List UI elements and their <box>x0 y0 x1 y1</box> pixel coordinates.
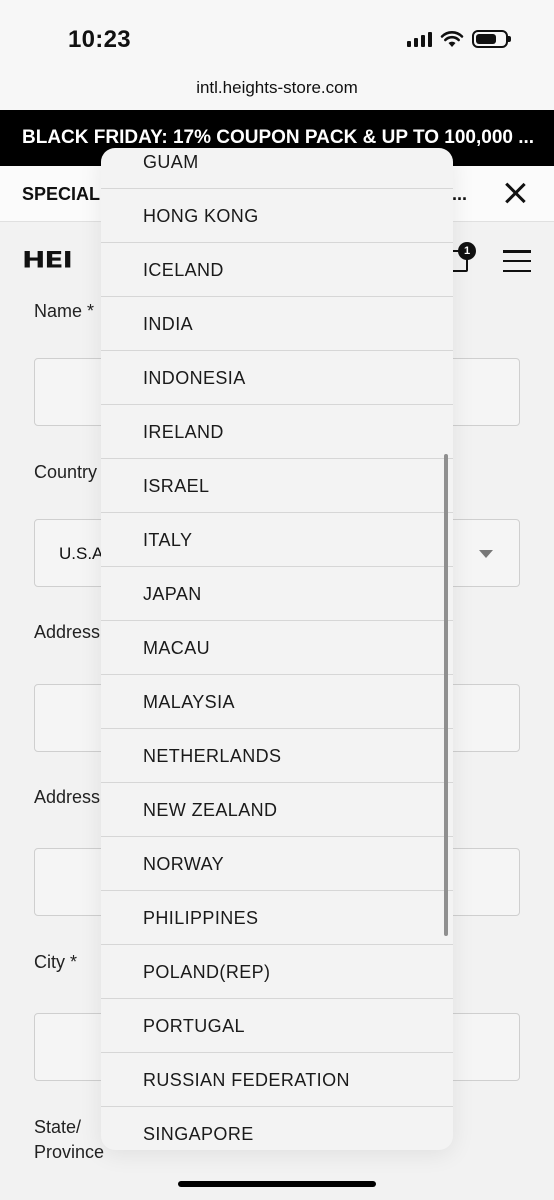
country-option[interactable]: INDONESIA <box>101 351 453 405</box>
country-select-value: U.S.A <box>59 544 104 563</box>
state-label: State/ Province <box>34 1115 104 1165</box>
status-bar: 10:23 <box>0 0 554 70</box>
country-option[interactable]: NETHERLANDS <box>101 729 453 783</box>
caret-down-icon <box>479 550 493 558</box>
state-label-line2: Province <box>34 1142 105 1162</box>
country-option[interactable]: JAPAN <box>101 567 453 621</box>
battery-icon <box>472 30 511 48</box>
dropdown-scrollbar[interactable] <box>444 454 448 936</box>
brand-logo[interactable]: HEI <box>22 247 73 273</box>
country-option[interactable]: PHILIPPINES <box>101 891 453 945</box>
address2-label: Address <box>34 787 101 807</box>
country-option[interactable]: MACAU <box>101 621 453 675</box>
signal-icon <box>407 31 432 47</box>
country-option[interactable]: SINGAPORE <box>101 1107 453 1150</box>
country-option[interactable]: NORWAY <box>101 837 453 891</box>
cart-count-badge: 1 <box>458 242 476 260</box>
url-bar[interactable]: intl.heights-store.com <box>0 70 554 110</box>
country-option[interactable]: IRELAND <box>101 405 453 459</box>
country-option[interactable]: RUSSIAN FEDERATION <box>101 1053 453 1107</box>
country-option[interactable]: NEW ZEALAND <box>101 783 453 837</box>
country-option[interactable]: ISRAEL <box>101 459 453 513</box>
country-option[interactable]: POLAND(REP) <box>101 945 453 999</box>
wifi-icon <box>440 31 464 47</box>
menu-icon[interactable] <box>503 250 531 272</box>
country-option[interactable]: ITALY <box>101 513 453 567</box>
close-icon[interactable] <box>500 178 530 208</box>
status-time: 10:23 <box>68 26 131 53</box>
city-label: City * <box>34 952 78 972</box>
state-label-line1: State/ <box>34 1117 82 1137</box>
special-bar-ellipsis: ... <box>452 184 468 204</box>
special-bar-text: SPECIAL <box>22 184 101 204</box>
status-icons <box>407 30 511 48</box>
country-option[interactable]: ICELAND <box>101 243 453 297</box>
country-option[interactable]: INDIA <box>101 297 453 351</box>
country-option[interactable]: HONG KONG <box>101 189 453 243</box>
name-label: Name * <box>34 301 95 321</box>
country-option[interactable]: PORTUGAL <box>101 999 453 1053</box>
country-option[interactable]: MALAYSIA <box>101 675 453 729</box>
country-option[interactable]: GUAM <box>101 148 453 189</box>
country-dropdown-list[interactable]: GUAM HONG KONG ICELAND INDIA INDONESIA IRELAN… <box>101 148 453 1150</box>
country-dropdown[interactable]: GUAM HONG KONG ICELAND INDIA INDONESIA IRELAN… <box>101 148 453 1150</box>
country-label: Country <box>34 462 98 482</box>
address1-label: Address <box>34 622 101 642</box>
home-indicator[interactable] <box>178 1181 376 1187</box>
